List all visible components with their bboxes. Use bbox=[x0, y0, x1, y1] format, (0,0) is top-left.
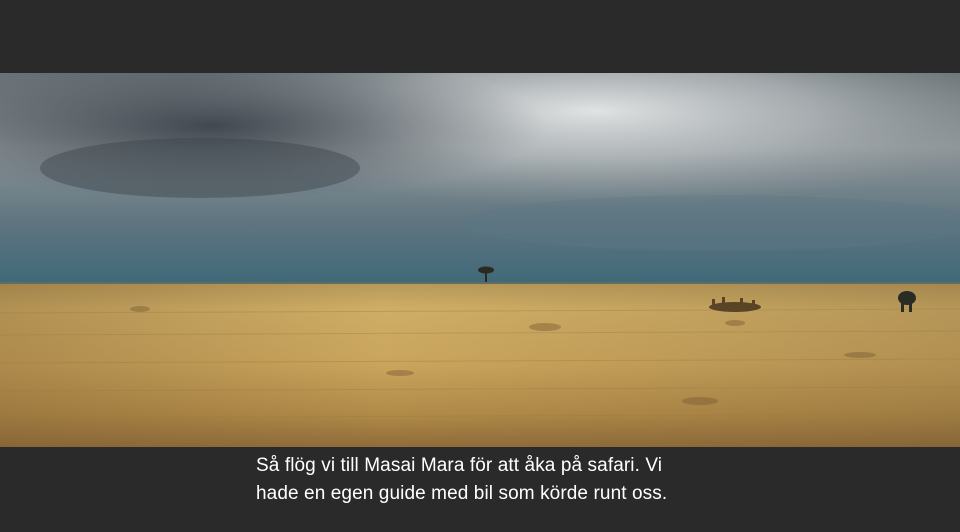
slide-caption: Så flög vi till Masai Mara för att åka p… bbox=[256, 455, 668, 504]
savanna-photo bbox=[0, 73, 960, 447]
slide: Så flög vi till Masai Mara för att åka p… bbox=[0, 0, 960, 532]
rain-haze bbox=[460, 195, 960, 251]
savanna-photo-illustration bbox=[0, 73, 960, 447]
storm-cloud-band bbox=[40, 138, 360, 198]
